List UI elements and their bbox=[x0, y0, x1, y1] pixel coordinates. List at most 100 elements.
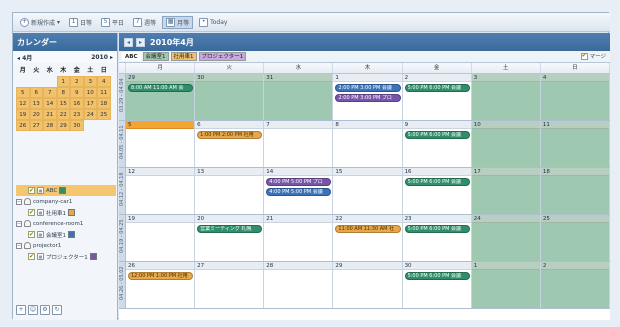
mini-day[interactable]: 6 bbox=[29, 87, 43, 98]
mini-day[interactable]: 29 bbox=[56, 120, 70, 131]
mini-day[interactable]: 28 bbox=[43, 120, 57, 131]
color-swatch[interactable] bbox=[68, 209, 75, 216]
tab-projector1[interactable]: プロジェクター1 bbox=[198, 52, 247, 61]
day-number[interactable]: 16 bbox=[402, 168, 471, 176]
mini-day[interactable]: 20 bbox=[29, 109, 43, 120]
calendar-event[interactable]: 2:00 PM 3:00 PM プロ bbox=[335, 94, 401, 102]
new-button[interactable]: + 新規作成 ▾ bbox=[17, 16, 63, 29]
add-user-icon[interactable]: ☺ bbox=[28, 305, 38, 315]
calendar-event[interactable]: 5:00 PM 6:00 PM 会議 bbox=[404, 225, 470, 233]
month-view-button[interactable]: ▦ 月等 bbox=[162, 15, 194, 29]
day-cell[interactable]: 2 bbox=[540, 262, 610, 308]
mini-day[interactable]: 1 bbox=[56, 76, 70, 87]
calendar-item-company-car1[interactable]: ✔ ▦ 社用車1 bbox=[16, 207, 116, 218]
mini-day[interactable]: 17 bbox=[83, 98, 97, 109]
day-number[interactable]: 4 bbox=[540, 74, 609, 82]
calendar-event[interactable]: 5:00 PM 6:00 PM 会議 bbox=[404, 131, 470, 139]
day-number[interactable]: 15 bbox=[333, 168, 402, 176]
day-cell[interactable]: 15 bbox=[333, 168, 403, 214]
week-range-label[interactable]: 04.26 - 05.02 bbox=[119, 262, 126, 308]
day-number[interactable]: 5 bbox=[126, 121, 195, 129]
day-number[interactable]: 14 bbox=[264, 168, 333, 176]
checkbox-icon[interactable]: ✔ bbox=[28, 253, 35, 260]
calendar-event[interactable]: 4:00 PM 5:00 PM 会議 bbox=[266, 188, 332, 196]
day-cell[interactable]: 8 bbox=[333, 121, 403, 167]
mini-day[interactable]: 9 bbox=[70, 87, 84, 98]
day-cell[interactable]: 23 bbox=[402, 215, 472, 261]
mini-prev-button[interactable]: ◂ 4月 bbox=[17, 53, 32, 62]
day-number[interactable]: 26 bbox=[126, 262, 195, 270]
day-number[interactable]: 27 bbox=[195, 262, 264, 270]
checkbox-icon[interactable]: ✔ bbox=[28, 231, 35, 238]
day-number[interactable]: 8 bbox=[333, 121, 402, 129]
weekday-view-button[interactable]: 5 平日 bbox=[98, 16, 127, 29]
week-view-button[interactable]: 7 週等 bbox=[130, 16, 159, 29]
day-number[interactable]: 2 bbox=[402, 74, 471, 82]
checkbox-icon[interactable]: ✔ bbox=[580, 52, 588, 60]
day-cell[interactable]: 25 bbox=[540, 215, 610, 261]
day-cell[interactable]: 29 bbox=[126, 74, 196, 120]
mini-day[interactable]: 15 bbox=[56, 98, 70, 109]
group-projector1[interactable]: − projector1 bbox=[16, 240, 116, 251]
mini-day[interactable]: 2 bbox=[70, 76, 84, 87]
day-cell[interactable]: 18 bbox=[540, 168, 610, 214]
day-cell[interactable]: 21 bbox=[264, 215, 334, 261]
day-cell[interactable]: 29 bbox=[333, 262, 403, 308]
day-cell[interactable]: 13 bbox=[195, 168, 265, 214]
day-number[interactable]: 29 bbox=[126, 74, 195, 82]
refresh-icon[interactable]: ↻ bbox=[52, 305, 62, 315]
day-cell[interactable]: 26 bbox=[126, 262, 196, 308]
day-cell[interactable]: 7 bbox=[264, 121, 334, 167]
day-number[interactable]: 17 bbox=[471, 168, 540, 176]
day-number[interactable]: 30 bbox=[402, 262, 471, 270]
day-cell[interactable]: 1 bbox=[471, 262, 541, 308]
collapse-icon[interactable]: − bbox=[16, 198, 22, 205]
color-swatch[interactable] bbox=[89, 253, 97, 260]
mini-day[interactable]: 14 bbox=[43, 98, 57, 109]
calendar-event[interactable]: 5:00 PM 6:00 PM 会議 bbox=[404, 84, 470, 92]
day-cell[interactable]: 22 bbox=[333, 215, 403, 261]
day-cell[interactable]: 12 bbox=[126, 168, 196, 214]
mini-day[interactable]: 24 bbox=[83, 109, 97, 120]
mini-day[interactable]: 19 bbox=[16, 109, 30, 120]
day-number[interactable]: 21 bbox=[264, 215, 333, 223]
mini-day[interactable]: 3 bbox=[83, 76, 97, 87]
week-range-label[interactable]: 04.05 - 04.11 bbox=[119, 121, 126, 167]
mini-day[interactable]: 26 bbox=[16, 120, 30, 131]
calendar-event[interactable]: 5:00 PM 6:00 PM 会議 bbox=[404, 178, 470, 186]
day-number[interactable]: 24 bbox=[471, 215, 540, 223]
week-range-label[interactable]: 03.29 - 04.04 bbox=[119, 74, 126, 120]
calendar-event[interactable]: 1:00 PM 2:00 PM 社用 bbox=[197, 131, 263, 139]
day-number[interactable]: 18 bbox=[540, 168, 609, 176]
day-number[interactable]: 9 bbox=[402, 121, 471, 129]
day-number[interactable]: 20 bbox=[195, 215, 264, 223]
checkbox-icon[interactable]: ✔ bbox=[28, 187, 35, 194]
day-cell[interactable]: 5 bbox=[126, 121, 196, 167]
mini-day[interactable]: 11 bbox=[97, 87, 111, 98]
mini-day[interactable]: 25 bbox=[97, 109, 111, 120]
calendar-event[interactable]: 8:00 AM 11:00 AM 会 bbox=[128, 84, 194, 92]
group-company-car1[interactable]: − company-car1 bbox=[16, 196, 116, 207]
day-cell[interactable]: 20 bbox=[195, 215, 265, 261]
day-cell[interactable]: 31 bbox=[264, 74, 334, 120]
day-view-button[interactable]: 1 日等 bbox=[66, 16, 95, 29]
mini-day[interactable]: 7 bbox=[43, 87, 57, 98]
day-cell[interactable]: 30 bbox=[195, 74, 265, 120]
calendar-event[interactable]: 2:00 PM 3:00 PM 会議 bbox=[335, 84, 401, 92]
color-swatch[interactable] bbox=[59, 187, 67, 194]
day-number[interactable]: 7 bbox=[264, 121, 333, 129]
collapse-icon[interactable]: − bbox=[16, 242, 22, 249]
day-number[interactable]: 28 bbox=[264, 262, 333, 270]
collapse-icon[interactable]: − bbox=[16, 220, 22, 227]
mini-day[interactable]: 8 bbox=[56, 87, 70, 98]
calendar-event[interactable]: 5:00 PM 6:00 PM 会議 bbox=[404, 272, 470, 280]
day-number[interactable]: 29 bbox=[333, 262, 402, 270]
next-month-button[interactable]: ▸ bbox=[136, 37, 145, 47]
group-conference-room1[interactable]: − conference-room1 bbox=[16, 218, 116, 229]
day-cell[interactable]: 27 bbox=[195, 262, 265, 308]
day-number[interactable]: 22 bbox=[333, 215, 402, 223]
mini-day[interactable]: 23 bbox=[70, 109, 84, 120]
mini-day[interactable]: 16 bbox=[70, 98, 84, 109]
week-range-label[interactable]: 04.12 - 04.18 bbox=[119, 168, 126, 214]
day-number[interactable]: 1 bbox=[333, 74, 402, 82]
